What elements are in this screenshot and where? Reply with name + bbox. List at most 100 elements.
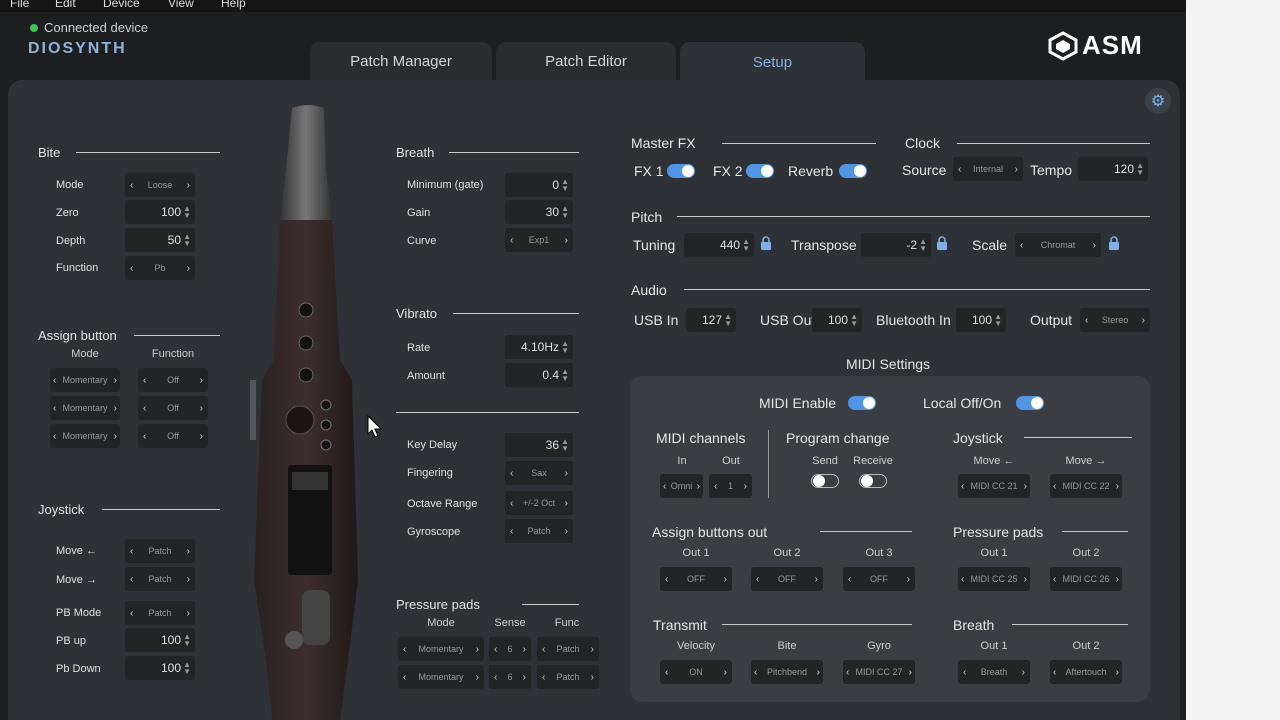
- spinner-icon: ▲ ▼: [561, 339, 569, 355]
- vibrato-rate-input[interactable]: 4.10Hz ▲ ▼: [505, 335, 573, 359]
- breath-curve-select[interactable]: ‹ Exp1 ›: [505, 228, 573, 252]
- transmit-gyro-select[interactable]: ‹ MIDI CC 27 ›: [843, 660, 915, 684]
- vibrato-amount-label: Amount: [407, 370, 445, 382]
- joy-move-right-select[interactable]: ‹ Patch ›: [125, 567, 195, 591]
- assign-divider: [134, 335, 220, 336]
- midi-joy-right-select[interactable]: ‹ MIDI CC 22 ›: [1050, 474, 1122, 498]
- assign-out3-header: Out 3: [865, 547, 893, 559]
- tab-patch-manager[interactable]: Patch Manager: [310, 42, 492, 80]
- pads-func-select-2[interactable]: ‹ Patch ›: [537, 665, 599, 689]
- midi-in-header: In: [677, 455, 687, 467]
- octave-range-select[interactable]: ‹ +/-2 Oct ›: [505, 491, 573, 515]
- assign-function-header: Function: [151, 348, 195, 360]
- bite-zero-input[interactable]: 100 ▲ ▼: [125, 200, 195, 224]
- local-off-on-toggle[interactable]: [1016, 396, 1044, 410]
- midi-out-select[interactable]: ‹ 1 ›: [709, 474, 752, 498]
- tuning-lock-icon[interactable]: [760, 236, 772, 250]
- transmit-velocity-value: ON: [689, 667, 703, 677]
- bite-depth-input[interactable]: 50 ▲ ▼: [125, 228, 195, 252]
- scale-lock-icon[interactable]: [1108, 236, 1120, 250]
- assign-mode-select-2[interactable]: ‹ Momentary ›: [50, 396, 120, 420]
- usb-out-input[interactable]: 100 ▲ ▼: [812, 308, 862, 332]
- tuning-input[interactable]: 440 ▲ ▼: [684, 233, 754, 257]
- pb-up-input[interactable]: 100 ▲ ▼: [125, 628, 195, 652]
- tab-patch-editor[interactable]: Patch Editor: [496, 42, 676, 80]
- assign-func-select-1[interactable]: ‹ Off ›: [138, 368, 208, 392]
- pb-down-input[interactable]: 100 ▲ ▼: [125, 656, 195, 680]
- menu-view[interactable]: View: [168, 0, 194, 10]
- transpose-lock-icon[interactable]: [936, 236, 948, 250]
- assign-mode-select-1[interactable]: ‹ Momentary ›: [50, 368, 120, 392]
- assign-out2-header: Out 2: [773, 547, 801, 559]
- pc-send-toggle[interactable]: [811, 474, 839, 488]
- spinner-icon: ▲ ▼: [724, 312, 732, 328]
- midi-joy-left-select[interactable]: ‹ MIDI CC 21 ›: [958, 474, 1030, 498]
- midi-breath-out1-select[interactable]: ‹ Breath ›: [958, 660, 1030, 684]
- joy-move-left-value: Patch: [148, 546, 172, 556]
- desktop-background: [1186, 0, 1280, 720]
- menu-file[interactable]: File: [10, 0, 29, 10]
- gear-icon[interactable]: ⚙: [1145, 88, 1171, 114]
- transmit-bite-select[interactable]: ‹ Pitchbend ›: [751, 660, 823, 684]
- clock-source-select[interactable]: ‹ Internal ›: [953, 157, 1023, 181]
- pc-send-header: Send: [812, 455, 838, 467]
- breath-curve-label: Curve: [407, 235, 437, 247]
- pads-sense-select-2[interactable]: ‹ 6 ›: [489, 665, 531, 689]
- pb-mode-select[interactable]: ‹ Patch ›: [125, 601, 195, 625]
- bite-function-select[interactable]: ‹ Pb ›: [125, 256, 195, 280]
- usb-in-input[interactable]: 127 ▲ ▼: [686, 308, 736, 332]
- fx1-toggle[interactable]: [667, 164, 695, 178]
- pads-mode-select-1[interactable]: ‹ Momentary ›: [398, 637, 484, 661]
- gyroscope-select[interactable]: ‹ Patch ›: [505, 519, 573, 543]
- bite-mode-select[interactable]: ‹ Loose ›: [125, 173, 195, 197]
- assign-func-select-3[interactable]: ‹ Off ›: [138, 424, 208, 448]
- fx2-label: FX 2: [713, 163, 743, 179]
- midi-in-select[interactable]: ‹ Omni ›: [660, 474, 703, 498]
- transpose-input[interactable]: -2 ▲ ▼: [861, 233, 931, 257]
- pads-mode-select-2[interactable]: ‹ Momentary ›: [398, 665, 484, 689]
- mouse-cursor-icon: [367, 415, 383, 438]
- breath-min-input[interactable]: 0 ▲ ▼: [505, 173, 573, 197]
- breath-gain-input[interactable]: 30 ▲ ▼: [505, 200, 573, 224]
- output-label: Output: [1030, 312, 1073, 328]
- pc-receive-toggle[interactable]: [859, 474, 887, 488]
- tempo-input[interactable]: 120 ▲ ▼: [1078, 157, 1148, 181]
- midi-breath-out2-select[interactable]: ‹ Aftertouch ›: [1050, 660, 1122, 684]
- octave-range-label: Octave Range: [407, 498, 478, 510]
- pads-func-select-1[interactable]: ‹ Patch ›: [537, 637, 599, 661]
- midi-breath-title: Breath: [953, 617, 995, 633]
- midi-pads-out1-select[interactable]: ‹ MIDI CC 25 ›: [958, 567, 1030, 591]
- bite-function-label: Function: [56, 262, 99, 274]
- menu-help[interactable]: Help: [221, 0, 246, 10]
- reverb-toggle[interactable]: [839, 164, 867, 178]
- fingering-select[interactable]: ‹ Sax ›: [505, 461, 573, 485]
- assign-out2-select[interactable]: ‹ OFF ›: [751, 567, 823, 591]
- masterfx-divider: [722, 143, 876, 144]
- output-select[interactable]: ‹ Stereo ›: [1080, 308, 1150, 332]
- midi-enable-toggle[interactable]: [848, 396, 876, 410]
- midi-joy-right-value: MIDI CC 22: [1062, 481, 1110, 491]
- pads-sense-select-1[interactable]: ‹ 6 ›: [489, 637, 531, 661]
- vibrato-amount-input[interactable]: 0.4 ▲ ▼: [505, 363, 573, 387]
- pads-title: Pressure pads: [396, 597, 480, 612]
- transmit-velocity-select[interactable]: ‹ ON ›: [660, 660, 732, 684]
- menu-device[interactable]: Device: [103, 0, 140, 10]
- menu-edit[interactable]: Edit: [55, 0, 76, 10]
- assign-out3-select[interactable]: ‹ OFF ›: [843, 567, 915, 591]
- joy-move-left-select[interactable]: ‹ Patch ›: [125, 539, 195, 563]
- assign-func-value: Off: [167, 431, 179, 441]
- pads-mode-header: Mode: [427, 617, 455, 629]
- midi-pads-out2-select[interactable]: ‹ MIDI CC 26 ›: [1050, 567, 1122, 591]
- assign-title: Assign button: [38, 328, 117, 343]
- assign-func-select-2[interactable]: ‹ Off ›: [138, 396, 208, 420]
- assign-out1-select[interactable]: ‹ OFF ›: [660, 567, 732, 591]
- output-value: Stereo: [1101, 315, 1129, 325]
- fx2-toggle[interactable]: [746, 164, 774, 178]
- tab-setup[interactable]: Setup: [680, 42, 865, 82]
- scale-select[interactable]: ‹ Chromat ›: [1015, 233, 1101, 257]
- pads-sense-value: 6: [507, 644, 513, 654]
- bluetooth-in-input[interactable]: 100 ▲ ▼: [956, 308, 1006, 332]
- key-delay-input[interactable]: 36 ▲ ▼: [505, 433, 573, 457]
- midi-pads-out2-header: Out 2: [1072, 547, 1100, 559]
- assign-mode-select-3[interactable]: ‹ Momentary ›: [50, 424, 120, 448]
